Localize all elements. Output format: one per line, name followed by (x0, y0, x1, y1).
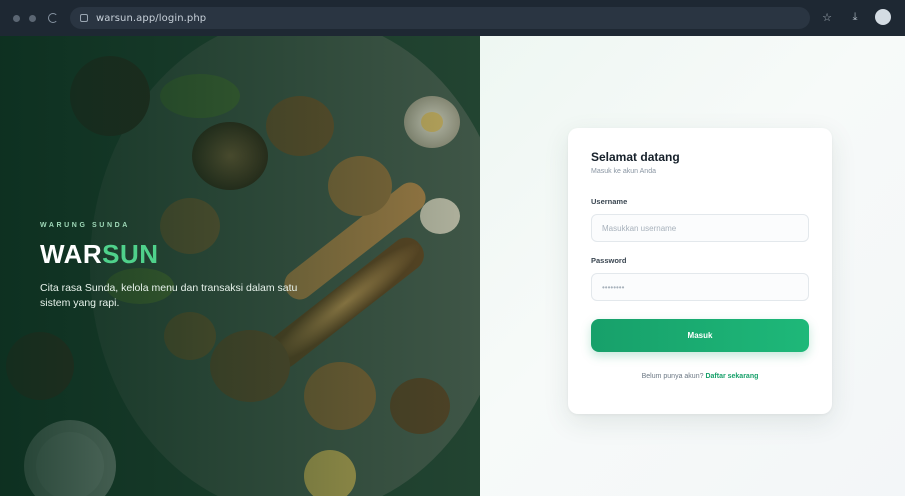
nav-buttons (13, 14, 36, 22)
login-title: Selamat datang (591, 150, 680, 164)
profile-icon[interactable] (875, 9, 891, 25)
back-icon[interactable] (13, 14, 20, 22)
forward-icon[interactable] (29, 14, 36, 22)
hero-eyebrow: WARUNG SUNDA (40, 222, 130, 229)
download-icon[interactable]: ⤓ (847, 9, 863, 25)
browser-toolbar: warsun.app/login.php ☆ ⤓ (0, 0, 905, 36)
register-prompt: Belum punya akun? Daftar sekarang (591, 373, 809, 380)
hero-text: WARUNG SUNDA WARSUN Cita rasa Sunda, kel… (40, 222, 340, 311)
brand-logo-text: WARSUN (40, 239, 340, 269)
password-input[interactable] (591, 273, 809, 301)
login-button[interactable]: Masuk (591, 319, 809, 352)
hero-tagline: Cita rasa Sunda, kelola menu dan transak… (40, 282, 298, 309)
hero-panel: WARUNG SUNDA WARSUN Cita rasa Sunda, kel… (0, 36, 480, 496)
brand-part-war: WAR (40, 239, 103, 269)
login-card: Selamat datang Masuk ke akun Anda Userna… (568, 128, 832, 414)
address-bar[interactable]: warsun.app/login.php (70, 7, 810, 29)
reload-icon[interactable] (48, 13, 58, 23)
login-subtitle: Masuk ke akun Anda (591, 168, 656, 175)
url-text: warsun.app/login.php (96, 12, 207, 24)
brand-part-sun: SUN (102, 239, 159, 269)
star-icon[interactable]: ☆ (819, 9, 835, 25)
register-link[interactable]: Daftar sekarang (705, 373, 758, 380)
toolbar-actions: ☆ ⤓ (819, 9, 891, 25)
register-prompt-text: Belum punya akun? (641, 373, 704, 380)
username-label: Username (591, 197, 628, 206)
password-label: Password (591, 256, 627, 265)
lock-icon (80, 14, 88, 22)
username-input[interactable] (591, 214, 809, 242)
login-panel: Selamat datang Masuk ke akun Anda Userna… (480, 36, 905, 496)
